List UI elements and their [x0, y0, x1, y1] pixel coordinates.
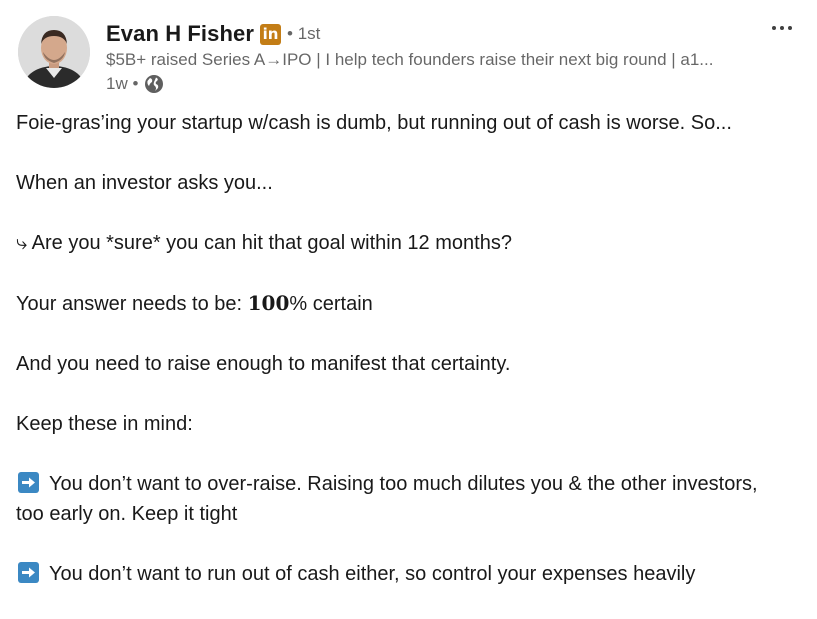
post-paragraph-6: Keep these in mind:: [16, 413, 193, 435]
bullet-2: You don’t want to run out of cash either…: [16, 559, 806, 589]
post-paragraph-4: Your answer needs to be: 100% certain: [16, 288, 806, 319]
post-paragraph-3: ⤷ Are you *sure* you can hit that goal w…: [16, 232, 512, 254]
post-meta: 1w •: [106, 72, 746, 96]
post-paragraph-5: And you need to raise enough to manifest…: [16, 353, 511, 375]
avatar-photo: [18, 16, 90, 88]
post-body: Foie-gras’ing your startup w/cash is dum…: [16, 108, 806, 619]
post-header: Evan H Fisher in • 1st $5B+ raised Serie…: [18, 16, 808, 94]
bullet-1-text-continued: too early on. Keep it tight: [16, 503, 238, 525]
answer-suffix: % certain: [289, 293, 373, 315]
linkedin-premium-badge-icon: in: [260, 23, 282, 45]
more-options-button[interactable]: [766, 18, 798, 38]
globe-icon: [144, 74, 164, 94]
author-name[interactable]: Evan H Fisher: [106, 21, 254, 47]
more-dots-icon: [780, 26, 784, 30]
author-block: Evan H Fisher in • 1st $5B+ raised Serie…: [106, 20, 746, 96]
right-arrow-emoji-icon: [18, 472, 39, 493]
author-line: Evan H Fisher in • 1st: [106, 20, 746, 48]
more-dots-icon: [772, 26, 776, 30]
post-paragraph-1: Foie-gras’ing your startup w/cash is dum…: [16, 112, 732, 134]
author-headline: $5B+ raised Series A→IPO | I help tech f…: [106, 50, 714, 69]
answer-bold-number: 100: [247, 291, 290, 315]
connection-degree: • 1st: [287, 24, 321, 43]
more-dots-icon: [788, 26, 792, 30]
answer-prefix: Your answer needs to be:: [16, 293, 248, 315]
post-time: 1w •: [106, 74, 139, 93]
avatar[interactable]: [18, 16, 90, 88]
bullet-2-text: You don’t want to run out of cash either…: [49, 563, 696, 585]
bullet-1-text: You don’t want to over-raise. Raising to…: [49, 473, 758, 495]
bullet-1: You don’t want to over-raise. Raising to…: [16, 469, 806, 529]
post-paragraph-2: When an investor asks you...: [16, 172, 273, 194]
right-arrow-emoji-icon: [18, 562, 39, 583]
